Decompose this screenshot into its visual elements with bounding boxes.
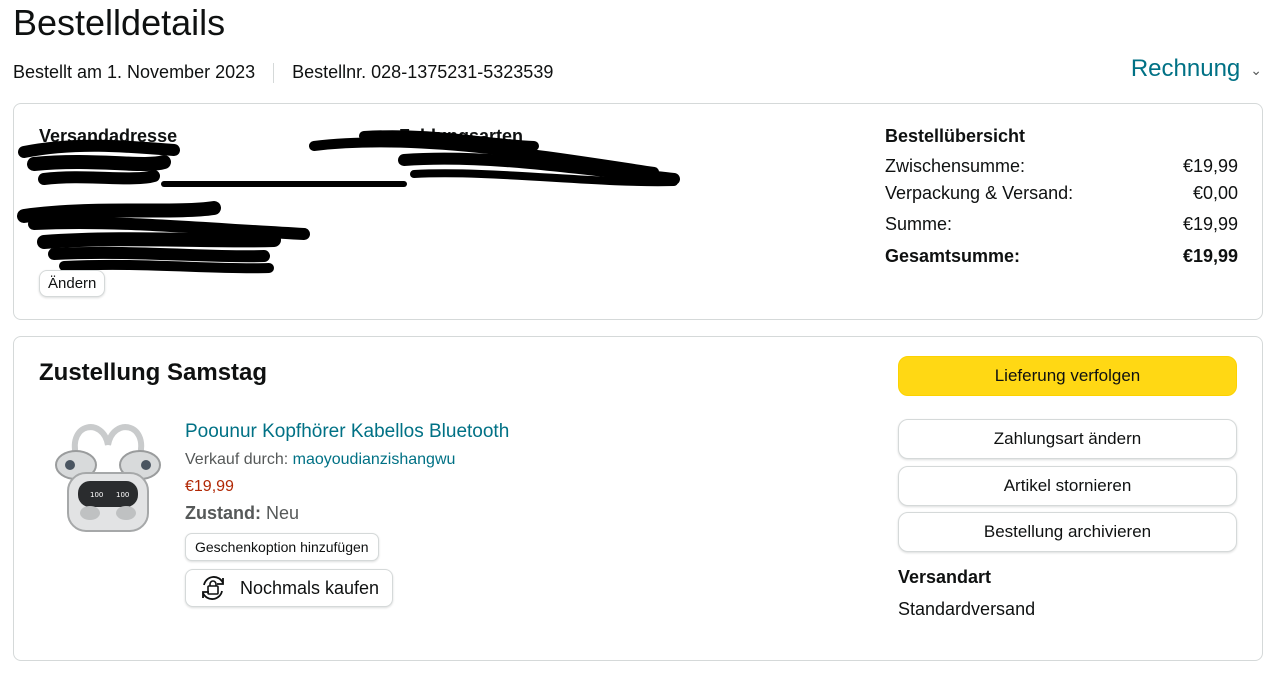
summary-heading: Bestellübersicht (885, 126, 1026, 146)
add-gift-option-button[interactable]: Geschenkoption hinzufügen (185, 533, 379, 561)
summary-row-shipping: Verpackung & Versand: €0,00 (885, 183, 1238, 204)
cancel-item-button[interactable]: Artikel stornieren (898, 466, 1237, 506)
seller-line: Verkauf durch: maoyoudianzishangwu (185, 451, 455, 469)
buy-again-button[interactable]: Nochmals kaufen (185, 569, 393, 607)
buy-again-icon (202, 576, 224, 600)
meta-divider (273, 62, 275, 83)
seller-link[interactable]: maoyoudianzishangwu (293, 451, 456, 468)
summary-total-label: Gesamtsumme: (885, 246, 1021, 266)
condition-label: Zustand: (185, 503, 261, 523)
order-summary: Bestellübersicht Zwischensumme: €19,99 V… (885, 126, 1238, 267)
svg-text:100: 100 (90, 491, 103, 499)
summary-label: Verpackung & Versand: (885, 183, 1074, 203)
summary-value: €19,99 (1182, 214, 1238, 234)
invoice-label: Rechnung (1130, 55, 1241, 82)
seller-prefix: Verkauf durch: (185, 451, 289, 468)
archive-order-button[interactable]: Bestellung archivieren (898, 512, 1237, 552)
page-title: Bestelldetails (13, 2, 226, 43)
svg-text:100: 100 (116, 491, 129, 499)
order-meta: Bestellt am 1. November 2023 Bestellnr. … (13, 62, 553, 83)
summary-value: €0,00 (1192, 183, 1238, 203)
summary-value: €19,99 (1182, 156, 1238, 176)
redaction-scribble (17, 130, 680, 274)
change-payment-button[interactable]: Zahlungsart ändern (898, 419, 1237, 459)
order-date: Bestellt am 1. November 2023 (13, 62, 256, 82)
condition-value: Neu (266, 503, 300, 523)
summary-label: Zwischensumme: (885, 156, 1026, 176)
chevron-down-icon: ⌄ (1250, 61, 1262, 78)
shipping-method-value: Standardversand (898, 599, 1036, 619)
change-address-button[interactable]: Ändern (39, 270, 106, 297)
delivery-card: Zustellung Samstag 100 100 Poounur Kopfh… (13, 336, 1263, 661)
summary-row-subtotal: Zwischensumme: €19,99 (885, 156, 1238, 177)
track-package-button[interactable]: Lieferung verfolgen (898, 356, 1237, 396)
product-title-link[interactable]: Poounur Kopfhörer Kabellos Bluetooth (185, 421, 509, 443)
delivery-title: Zustellung Samstag (39, 359, 268, 386)
product-image[interactable]: 100 100 (48, 415, 168, 541)
product-price: €19,99 (185, 478, 234, 495)
summary-row-total: Gesamtsumme: €19,99 (885, 246, 1238, 267)
order-info-card: Versandadresse Zahlungsarten Ändern Best… (13, 103, 1263, 320)
shipping-method-label: Versandart (898, 567, 992, 587)
buy-again-label: Nochmals kaufen (240, 577, 380, 598)
summary-total-value: €19,99 (1182, 246, 1238, 266)
order-number: Bestellnr. 028-1375231-5323539 (292, 62, 554, 82)
summary-row-sum: Summe: €19,99 (885, 214, 1238, 235)
product-condition: Zustand: Neu (185, 503, 299, 524)
summary-label: Summe: (885, 214, 953, 234)
invoice-dropdown[interactable]: Rechnung ⌄ (1131, 55, 1262, 83)
